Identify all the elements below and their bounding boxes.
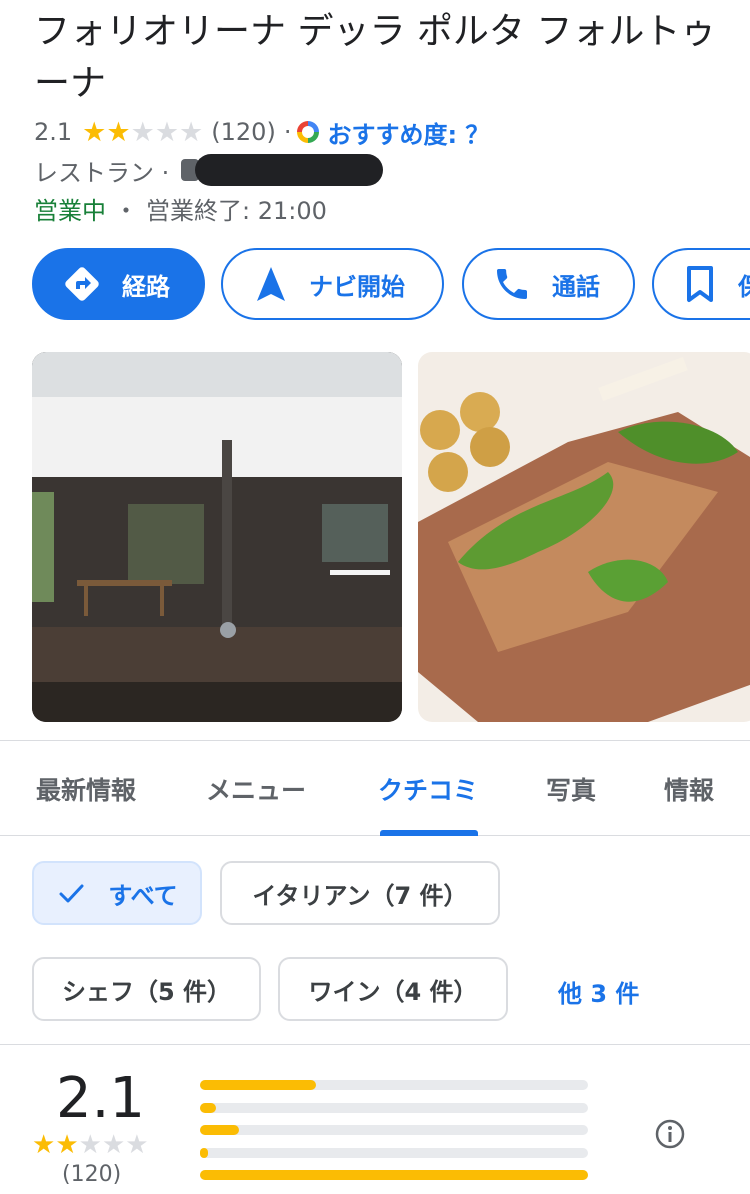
open-status: 営業中	[34, 196, 106, 225]
tab-updates[interactable]: 最新情報	[36, 771, 136, 807]
category-label: レストラン ·	[34, 158, 170, 187]
hours-row[interactable]: 営業中 ・ 営業終了: 21:00	[34, 188, 327, 228]
redacted-block	[195, 154, 384, 186]
rating-bar-fill	[200, 1102, 216, 1113]
star-icon: ★	[130, 116, 155, 148]
rating-row: 2.1 ★ ★ ★ ★ ★ (120) · おすすめ度: ？	[34, 112, 489, 152]
rating-bar-fill	[200, 1170, 588, 1180]
tab-menu[interactable]: メニュー	[206, 771, 306, 807]
info-icon[interactable]	[654, 1118, 686, 1150]
action-buttons: 経路 ナビ開始 通話 保	[32, 248, 750, 320]
tab-photos[interactable]: 写真	[546, 771, 596, 807]
call-button[interactable]: 通話	[462, 248, 635, 320]
star-icon: ★	[32, 1130, 56, 1160]
tab-reviews[interactable]: クチコミ	[378, 771, 478, 807]
phone-icon	[497, 269, 527, 299]
chip-all[interactable]: すべて	[32, 861, 202, 925]
directions-label: 経路	[122, 272, 170, 301]
summary-count: (120)	[62, 1162, 122, 1187]
rating-bar-fill	[200, 1147, 208, 1158]
rating-bar-3-star	[200, 1125, 588, 1135]
tab-bar: 最新情報 メニュー クチコミ 写真 情報	[0, 740, 750, 836]
rating-bar-5-star	[200, 1080, 588, 1090]
check-icon	[59, 884, 84, 903]
chip-wine[interactable]: ワイン（4 件）	[278, 957, 508, 1021]
navigation-arrow-icon	[257, 267, 285, 301]
category-row: レストラン ·	[34, 150, 384, 190]
directions-icon	[65, 267, 99, 301]
star-icon: ★	[154, 116, 180, 148]
summary-stars: ★ ★ ★ ★ ★	[32, 1132, 149, 1158]
chip-wine-label: ワイン（4 件）	[308, 977, 478, 1006]
rating-distribution	[200, 1080, 588, 1193]
star-icon: ★	[125, 1130, 149, 1160]
navigation-label: ナビ開始	[309, 272, 405, 301]
star-icon: ★	[55, 1130, 79, 1160]
chip-italian[interactable]: イタリアン（7 件）	[220, 861, 500, 925]
rating-bar-4-star	[200, 1102, 588, 1113]
photo-terrace[interactable]	[32, 352, 402, 722]
rating-stars: ★ ★ ★ ★ ★	[82, 119, 203, 146]
google-icon	[297, 121, 320, 143]
rating-bar-fill	[200, 1080, 317, 1090]
star-icon: ★	[101, 1130, 126, 1160]
call-label: 通話	[552, 272, 600, 301]
tab-about[interactable]: 情報	[664, 771, 714, 807]
star-icon: ★	[82, 116, 107, 148]
summary-rating: 2.1	[56, 1066, 146, 1131]
navigation-button[interactable]: ナビ開始	[221, 248, 444, 320]
terrace-photo-image	[32, 352, 402, 722]
rating-bar-2-star	[200, 1147, 588, 1158]
chip-chef[interactable]: シェフ（5 件）	[32, 957, 261, 1021]
star-icon: ★	[106, 116, 131, 148]
photo-food[interactable]	[418, 352, 750, 722]
chip-italian-label: イタリアン（7 件）	[252, 881, 468, 910]
separator: ·	[283, 118, 292, 146]
review-count[interactable]: (120)	[211, 118, 276, 146]
chip-all-label: すべて	[108, 881, 178, 910]
recommendation-link[interactable]: おすすめ度: ？	[327, 115, 489, 150]
section-divider	[0, 1044, 750, 1045]
hours-separator: ・	[114, 196, 138, 225]
place-title: フォリオリーナ デッラ ポルタ フォルトゥーナ	[34, 11, 717, 104]
save-label: 保	[738, 267, 750, 302]
rating-bar-fill	[200, 1125, 239, 1135]
rating-value: 2.1	[34, 118, 73, 146]
star-icon: ★	[179, 116, 204, 148]
rating-bar-1-star	[200, 1170, 588, 1180]
bookmark-icon	[687, 266, 713, 302]
more-topics-link[interactable]: 他 3 件	[558, 974, 639, 1009]
closing-time: 営業終了: 21:00	[146, 196, 327, 225]
chip-chef-label: シェフ（5 件）	[61, 977, 232, 1006]
star-icon: ★	[78, 1130, 102, 1160]
directions-button[interactable]: 経路	[32, 248, 205, 320]
active-tab-indicator	[380, 830, 478, 836]
food-photo-image	[418, 352, 750, 722]
save-button[interactable]: 保	[652, 248, 750, 320]
